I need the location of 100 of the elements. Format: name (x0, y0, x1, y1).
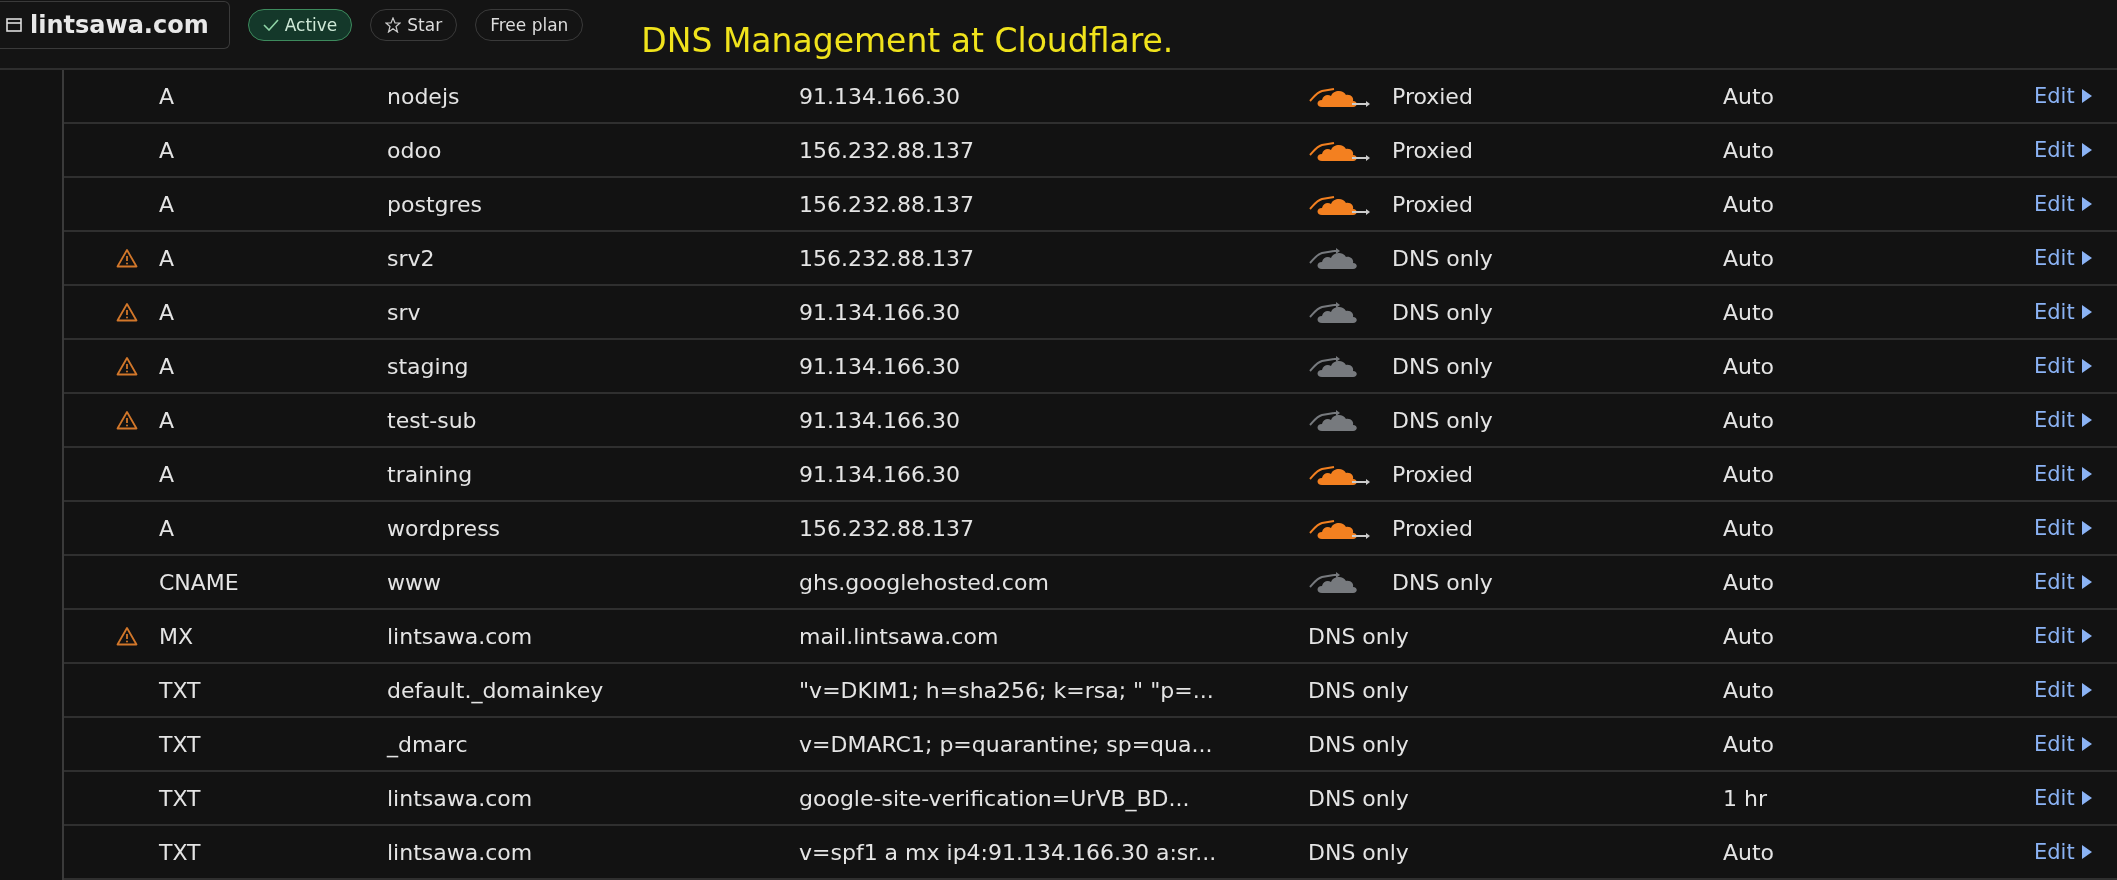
caret-icon (2080, 142, 2093, 158)
record-content: google-site-verification=UrVB_BD... (799, 785, 1191, 811)
record-name: lintsawa.com (387, 839, 534, 865)
proxy-status: Proxied (1392, 515, 1473, 541)
record-content: 91.134.166.30 (799, 353, 961, 379)
star-icon (385, 17, 402, 33)
record-type: A (159, 407, 176, 433)
ttl-value: Auto (1723, 353, 1776, 379)
record-content: 91.134.166.30 (799, 461, 961, 487)
proxy-status: DNS only (1392, 245, 1493, 271)
status-badge: Active (247, 9, 353, 41)
record-type: CNAME (159, 569, 240, 595)
caret-icon (2080, 628, 2093, 644)
ttl-value: 1 hr (1723, 785, 1768, 811)
proxy-status: DNS only (1392, 353, 1493, 379)
ttl-value: Auto (1723, 461, 1776, 487)
caret-icon (2080, 196, 2093, 212)
caret-icon (2080, 358, 2093, 374)
record-content: 91.134.166.30 (799, 299, 961, 325)
record-content: v=DMARC1; p=quarantine; sp=qua... (799, 731, 1214, 757)
caret-icon (2080, 790, 2093, 806)
domain-name: lintsawa.com (30, 11, 209, 39)
ttl-value: Auto (1723, 731, 1776, 757)
record-type: TXT (159, 785, 202, 811)
record-name: lintsawa.com (387, 785, 534, 811)
edit-link[interactable]: Edit (2034, 192, 2093, 216)
record-name: postgres (387, 191, 484, 217)
caret-icon (2080, 412, 2093, 428)
edit-link[interactable]: Edit (2034, 840, 2093, 864)
record-type: TXT (159, 731, 202, 757)
caret-icon (2080, 250, 2093, 266)
ttl-value: Auto (1723, 515, 1776, 541)
proxy-status: Proxied (1392, 83, 1473, 109)
record-content: mail.lintsawa.com (799, 623, 1000, 649)
ttl-value: Auto (1723, 299, 1776, 325)
record-content: "v=DKIM1; h=sha256; k=rsa; " "p=... (799, 677, 1215, 703)
ttl-value: Auto (1723, 191, 1776, 217)
record-type: A (159, 353, 176, 379)
domain-tab[interactable]: lintsawa.com (0, 1, 230, 49)
proxy-status: DNS only (1308, 623, 1409, 649)
edit-link[interactable]: Edit (2034, 354, 2093, 378)
ttl-value: Auto (1723, 407, 1776, 433)
edit-link[interactable]: Edit (2034, 408, 2093, 432)
record-type: A (159, 137, 176, 163)
ttl-value: Auto (1723, 569, 1776, 595)
record-type: A (159, 245, 176, 271)
caret-icon (2080, 844, 2093, 860)
edit-link[interactable]: Edit (2034, 516, 2093, 540)
edit-link[interactable]: Edit (2034, 462, 2093, 486)
proxy-status: Proxied (1392, 191, 1473, 217)
edit-link[interactable]: Edit (2034, 678, 2093, 702)
ttl-value: Auto (1723, 245, 1776, 271)
caret-icon (2080, 736, 2093, 752)
record-name: srv2 (387, 245, 436, 271)
proxy-status: Proxied (1392, 137, 1473, 163)
record-name: nodejs (387, 83, 461, 109)
proxy-status: DNS only (1308, 785, 1409, 811)
proxy-status: DNS only (1308, 839, 1409, 865)
edit-link[interactable]: Edit (2034, 786, 2093, 810)
record-type: A (159, 83, 176, 109)
caret-icon (2080, 520, 2093, 536)
record-type: A (159, 191, 176, 217)
record-content: v=spf1 a mx ip4:91.134.166.30 a:sr... (799, 839, 1218, 865)
record-content: 156.232.88.137 (799, 191, 975, 217)
proxy-status: DNS only (1308, 731, 1409, 757)
edit-link[interactable]: Edit (2034, 138, 2093, 162)
edit-link[interactable]: Edit (2034, 624, 2093, 648)
proxy-status: DNS only (1392, 407, 1493, 433)
record-type: TXT (159, 677, 202, 703)
record-content: ghs.googlehosted.com (799, 569, 1050, 595)
record-type: A (159, 299, 176, 325)
record-content: 91.134.166.30 (799, 407, 961, 433)
caret-icon (2080, 466, 2093, 482)
ttl-value: Auto (1723, 623, 1776, 649)
record-content: 156.232.88.137 (799, 515, 975, 541)
edit-link[interactable]: Edit (2034, 300, 2093, 324)
proxy-status: DNS only (1308, 677, 1409, 703)
edit-link[interactable]: Edit (2034, 732, 2093, 756)
proxy-status: DNS only (1392, 569, 1493, 595)
record-name: _dmarc (387, 731, 469, 757)
record-name: odoo (387, 137, 443, 163)
caret-icon (2080, 304, 2093, 320)
record-name: training (387, 461, 474, 487)
record-type: MX (159, 623, 195, 649)
proxy-status: DNS only (1392, 299, 1493, 325)
record-name: www (387, 569, 442, 595)
record-type: A (159, 515, 176, 541)
caret-icon (2080, 574, 2093, 590)
edit-link[interactable]: Edit (2034, 570, 2093, 594)
record-content: 156.232.88.137 (799, 245, 975, 271)
ttl-value: Auto (1723, 83, 1776, 109)
caret-icon (2080, 682, 2093, 698)
ttl-value: Auto (1723, 677, 1776, 703)
edit-link[interactable]: Edit (2034, 84, 2093, 108)
caption-text: DNS Management at Cloudflare. (641, 20, 1174, 60)
record-name: srv (387, 299, 422, 325)
caret-icon (2080, 88, 2093, 104)
record-name: test-sub (387, 407, 478, 433)
edit-link[interactable]: Edit (2034, 246, 2093, 270)
record-type: A (159, 461, 176, 487)
